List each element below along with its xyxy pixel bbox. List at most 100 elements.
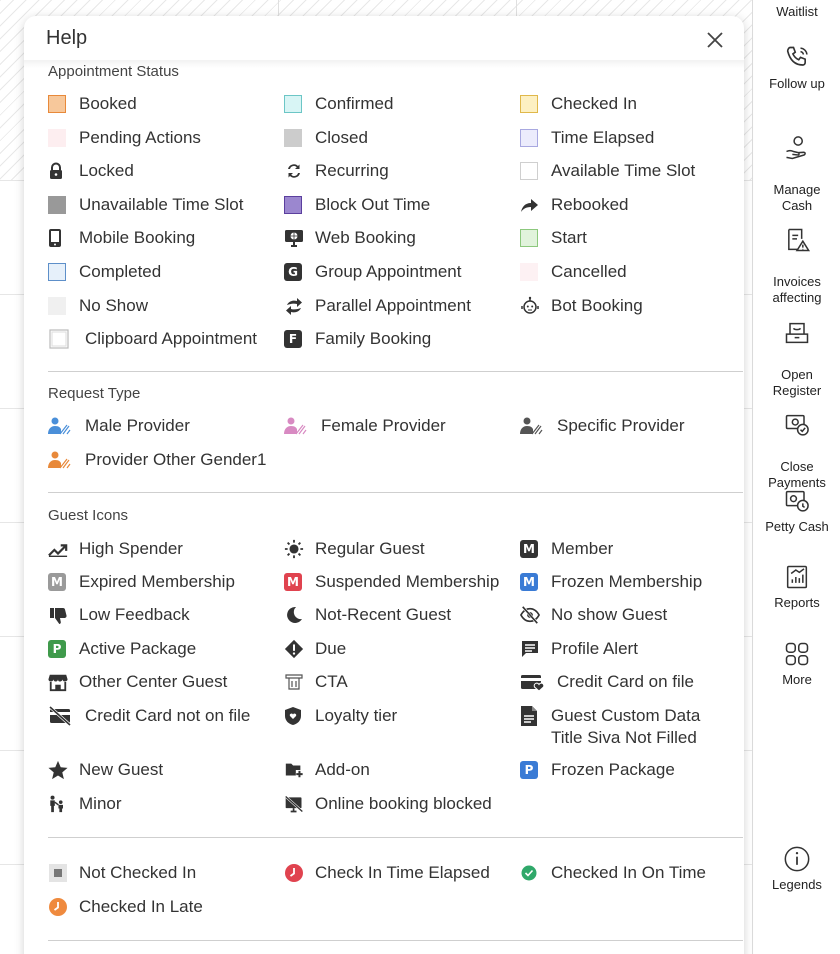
legend-item: Clipboard Appointment xyxy=(48,328,257,350)
payment-check-icon xyxy=(785,414,809,436)
legend-item: Male Provider xyxy=(48,415,190,437)
legend-item: M Member xyxy=(520,538,613,560)
due-alert-icon xyxy=(284,638,304,660)
rail-manage-cash[interactable]: Manage Cash xyxy=(753,118,840,214)
rail-petty-cash[interactable]: Petty Cash xyxy=(753,487,840,535)
legend-label: Rebooked xyxy=(551,194,629,214)
color-swatch xyxy=(48,261,68,283)
rail-label: Close Payments xyxy=(768,459,826,490)
legend-item: P Active Package xyxy=(48,638,196,660)
legend-label: Female Provider xyxy=(321,416,446,435)
rebooked-arrow-icon xyxy=(520,194,540,216)
legend-item: Female Provider xyxy=(284,415,446,437)
legend-label: Guest Custom Data Title Siva Not Filled xyxy=(551,706,701,747)
legend-item: Parallel Appointment xyxy=(284,295,471,317)
rail-waitlist[interactable]: Waitlist xyxy=(753,4,840,20)
group-g-icon: G xyxy=(284,261,304,283)
legend-label: No show Guest xyxy=(551,605,668,624)
legend-item: F Family Booking xyxy=(284,328,431,350)
legend-label: Clipboard Appointment xyxy=(85,329,258,349)
color-swatch xyxy=(520,261,540,283)
divider xyxy=(48,492,743,493)
legend-label: Booked xyxy=(79,94,137,113)
trending-up-icon xyxy=(48,538,68,560)
legend-label: New Guest xyxy=(79,760,164,779)
legend-label: Start xyxy=(551,228,587,248)
color-swatch xyxy=(48,127,68,149)
color-swatch xyxy=(520,227,540,249)
minor-icon xyxy=(48,793,68,815)
legend-label: Bot Booking xyxy=(551,295,643,315)
rail-reports[interactable]: Reports xyxy=(753,563,840,611)
legend-item: Not Checked In xyxy=(48,862,196,884)
sun-icon xyxy=(284,538,304,560)
legend-item: Available Time Slot xyxy=(520,160,695,182)
rail-label: Invoices affecting xyxy=(772,274,822,305)
legend-label: Checked In On Time xyxy=(551,863,706,882)
legend-label: Not Checked In xyxy=(79,863,197,882)
register-icon xyxy=(785,322,809,344)
clipboard-icon xyxy=(48,328,74,350)
close-icon[interactable] xyxy=(704,29,726,51)
legend-item: G Group Appointment xyxy=(284,261,461,283)
frozen-membership-icon: M xyxy=(520,571,540,593)
divider xyxy=(48,371,743,372)
legend-label: Family Booking xyxy=(315,329,432,349)
comment-icon xyxy=(520,638,540,660)
legend-label: Parallel Appointment xyxy=(315,295,471,315)
rail-label: Waitlist xyxy=(776,4,818,19)
invoice-warning-icon xyxy=(788,228,811,252)
suspended-membership-icon: M xyxy=(284,571,304,593)
color-swatch xyxy=(520,160,540,182)
legend-label: Due xyxy=(315,639,347,658)
legend-label: Recurring xyxy=(315,161,389,181)
rail-label: Manage Cash xyxy=(773,182,821,213)
legend-item: Checked In On Time xyxy=(520,862,706,884)
legend-item: Checked In xyxy=(520,93,637,115)
section-title-appointment-status: Appointment Status xyxy=(48,63,179,80)
rail-more[interactable]: More xyxy=(753,640,840,688)
legend-label: Frozen Membership xyxy=(551,572,703,591)
rail-invoices-affecting[interactable]: Invoices affecting xyxy=(753,210,840,306)
rail-close-payments[interactable]: Close Payments xyxy=(753,395,840,491)
legend-item: Low Feedback xyxy=(48,604,190,626)
active-package-icon: P xyxy=(48,638,68,660)
legend-item: Checked In Late xyxy=(48,896,203,918)
mobile-icon xyxy=(48,227,68,249)
legend-item: Credit Card not on file xyxy=(48,705,250,727)
legend-label: Checked In Late xyxy=(79,897,203,916)
legend-item: High Spender xyxy=(48,538,183,560)
lock-icon xyxy=(48,160,68,182)
rail-label: More xyxy=(782,672,812,687)
expired-membership-icon: M xyxy=(48,571,68,593)
legend-item: Loyalty tier xyxy=(284,705,397,727)
legend-label: Suspended Membership xyxy=(315,572,500,591)
rail-label: Legends xyxy=(772,877,822,892)
clock-red-icon xyxy=(284,862,304,884)
phone-icon xyxy=(786,46,808,66)
moon-icon xyxy=(284,604,304,626)
legend-label: Credit Card not on file xyxy=(85,706,251,725)
cash-hand-icon xyxy=(786,136,806,160)
legend-item: Recurring xyxy=(284,160,389,182)
rail-label: Reports xyxy=(774,595,820,610)
provider-person-icon xyxy=(48,449,74,471)
color-swatch xyxy=(284,127,304,149)
divider xyxy=(48,837,743,838)
legend-item: Booked xyxy=(48,93,137,115)
legend-item: Bot Booking xyxy=(520,295,643,317)
frozen-package-icon: P xyxy=(520,759,540,781)
loyalty-shield-icon xyxy=(284,705,304,727)
legend-item: Provider Other Gender1 xyxy=(48,449,266,471)
rail-follow-up[interactable]: Follow up xyxy=(753,44,840,92)
legend-item: Due xyxy=(284,638,346,660)
right-sidebar: Waitlist Follow up Manage Cash Invoices … xyxy=(752,0,840,954)
legend-label: Credit Card on file xyxy=(557,672,695,691)
legend-label: Closed xyxy=(315,127,368,147)
rail-open-register[interactable]: Open Register xyxy=(753,303,840,399)
star-icon xyxy=(48,759,68,781)
rail-legends[interactable]: Legends xyxy=(753,845,840,893)
legend-item: Unavailable Time Slot xyxy=(48,194,243,216)
bot-icon xyxy=(520,295,540,317)
legend-item: Online booking blocked xyxy=(284,793,492,815)
